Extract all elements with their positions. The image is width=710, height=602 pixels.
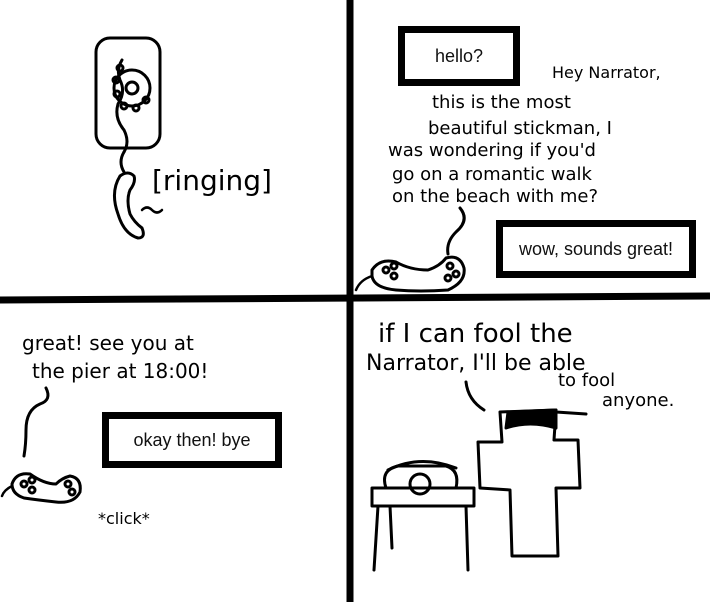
stickman-line-2: beautiful stickman, I bbox=[428, 118, 612, 139]
comic-strip: [ringing] Hey Narrator, this is the most… bbox=[0, 0, 710, 602]
thought-tail bbox=[464, 380, 486, 412]
stickman-line-2: the pier at 18:00! bbox=[32, 359, 208, 383]
stickman-line-1: great! see you at bbox=[22, 331, 194, 355]
thought-line-2: Narrator, I'll be able bbox=[366, 351, 586, 376]
panel-1: [ringing] bbox=[94, 36, 272, 240]
handset-icon bbox=[0, 472, 82, 504]
thought-line-1: if I can fool the bbox=[378, 319, 573, 349]
narrator-hello-text: hello? bbox=[434, 45, 484, 66]
thought-line-3: to fool bbox=[558, 370, 615, 391]
stickman-greeting: Hey Narrator, bbox=[552, 63, 661, 82]
stickman-line-3: was wondering if you'd bbox=[388, 140, 596, 161]
stickman-hat bbox=[504, 408, 558, 430]
narrator-bye-box: okay then! bye bbox=[102, 412, 282, 468]
handset-icon bbox=[354, 255, 466, 293]
handset-icon bbox=[113, 171, 145, 240]
panel-4: if I can fool the Narrator, I'll be able… bbox=[366, 319, 674, 572]
speech-tail bbox=[22, 386, 50, 458]
wall-phone-icon bbox=[94, 36, 164, 240]
ringing-label: [ringing] bbox=[152, 164, 272, 197]
rotary-phone-icon bbox=[383, 464, 459, 490]
narrator-reply-box: wow, sounds great! bbox=[496, 220, 696, 278]
panel-divider-horizontal bbox=[0, 292, 710, 304]
narrator-reply-text: wow, sounds great! bbox=[518, 238, 674, 259]
thought-line-4: anyone. bbox=[602, 390, 674, 411]
narrator-bye-text: okay then! bye bbox=[133, 429, 251, 450]
narrator-hello-box: hello? bbox=[398, 26, 520, 86]
click-sfx: *click* bbox=[98, 509, 150, 528]
stickman-line-4: go on a romantic walk bbox=[392, 164, 592, 185]
stickman-line-1: this is the most bbox=[432, 92, 571, 113]
table-with-phone bbox=[370, 459, 476, 572]
speech-tail bbox=[446, 206, 466, 256]
stickman-cross-figure bbox=[476, 408, 588, 558]
stickman-line-5: on the beach with me? bbox=[392, 186, 598, 207]
